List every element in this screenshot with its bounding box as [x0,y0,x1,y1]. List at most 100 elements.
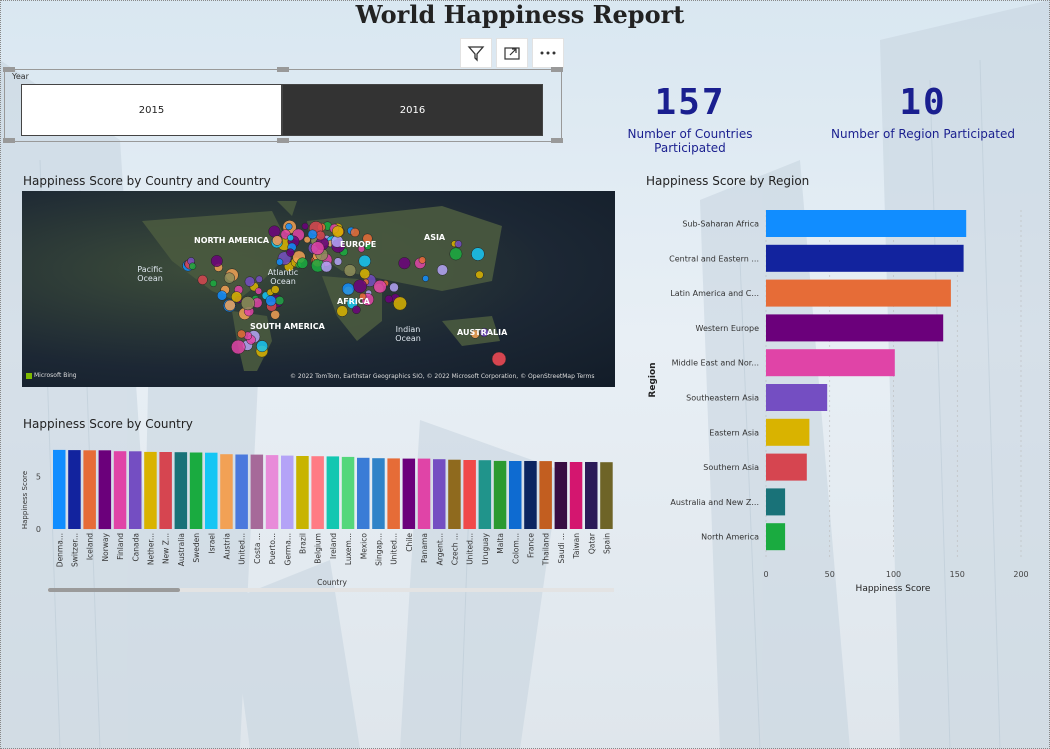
map-bubble[interactable] [471,247,485,261]
map-bubbles[interactable] [22,191,615,387]
scrollbar-thumb[interactable] [48,588,180,592]
country-bar[interactable] [600,462,613,529]
map-bubble[interactable] [333,257,343,266]
more-options-button[interactable] [532,38,564,68]
country-bar[interactable] [159,452,172,529]
map-bubble[interactable] [240,296,255,311]
region-bar[interactable] [766,418,810,446]
map-bubble[interactable] [301,222,309,230]
map-bubble[interactable] [475,270,484,279]
country-bar[interactable] [189,452,203,530]
map-bubble[interactable] [315,230,326,241]
country-bar[interactable] [478,460,492,529]
map-attribution[interactable]: © 2022 TomTom, Earthstar Geographics SIO… [290,373,595,380]
region-bar[interactable] [766,349,895,377]
country-bar[interactable] [554,462,568,529]
region-bar[interactable] [766,210,967,237]
map-bubble[interactable] [454,240,463,248]
map-bubble[interactable] [353,279,367,294]
country-bar[interactable] [433,459,446,529]
map-bubble[interactable] [271,285,280,294]
country-bar[interactable] [205,452,218,529]
country-bar[interactable] [448,459,461,529]
map-bubble[interactable] [255,287,263,295]
country-bar[interactable] [524,461,537,529]
region-bar[interactable] [766,523,786,551]
map-bubble[interactable] [276,258,284,266]
map-bubble[interactable] [287,234,294,242]
map-bubble[interactable] [256,340,269,353]
resize-handle[interactable] [551,67,563,72]
country-bar[interactable] [341,456,355,529]
country-bar[interactable] [220,454,233,529]
country-bar[interactable] [281,455,294,529]
country-bar[interactable] [174,452,188,529]
map-bubble[interactable] [216,290,228,301]
map-bubble[interactable] [384,295,393,304]
region-bar[interactable] [766,384,828,411]
country-bar[interactable] [326,456,340,529]
map-bubble[interactable] [223,272,235,284]
country-bar[interactable] [235,454,248,530]
map-bubble[interactable] [265,295,277,307]
map-bubble[interactable] [209,279,218,288]
map-bubble[interactable] [296,257,309,269]
region-bar[interactable] [766,279,951,307]
map-bubble[interactable] [244,276,255,287]
country-bar[interactable] [129,451,142,529]
country-bar[interactable] [98,450,112,530]
resize-handle[interactable] [3,138,15,143]
map-bubble[interactable] [275,296,285,306]
country-bar[interactable] [83,450,96,530]
map-bubble[interactable] [491,351,507,367]
map-bubble[interactable] [436,264,448,276]
region-bar-chart[interactable]: 0 50 100 150 200 Sub-Saharan Africa Central an… [640,190,1040,610]
region-bar[interactable] [766,314,944,342]
year-slicer[interactable]: Year 2015 2016 [3,67,563,143]
country-bar[interactable] [493,460,507,529]
country-bar[interactable] [417,458,431,529]
map-bubble[interactable] [272,235,283,246]
map-bubble[interactable] [418,256,426,264]
map-bubble[interactable] [393,296,407,311]
filter-button[interactable] [460,38,492,68]
map-bubble[interactable] [307,229,318,240]
region-bar[interactable] [766,244,964,272]
map-bubble[interactable] [422,275,429,282]
slicer-option-2016[interactable]: 2016 [282,84,543,136]
focus-mode-button[interactable] [496,38,528,68]
country-bar[interactable] [144,451,157,529]
resize-handle[interactable] [277,67,289,72]
country-bar[interactable] [113,451,127,529]
map-bubble[interactable] [389,282,399,293]
map-bubble[interactable] [358,254,371,268]
country-bar[interactable] [569,462,583,529]
resize-handle[interactable] [277,138,289,143]
country-bar[interactable] [265,455,279,529]
map-bubble[interactable] [197,274,208,285]
country-map[interactable]: NORTH AMERICA EUROPE ASIA AFRICA SOUTH A… [22,191,615,387]
chart-scrollbar[interactable] [48,588,614,592]
country-bar[interactable] [296,456,309,529]
map-bubble[interactable] [210,255,223,267]
country-bar[interactable] [53,449,66,529]
map-bubble[interactable] [398,257,411,270]
map-bubble[interactable] [231,339,246,355]
map-bubble[interactable] [341,282,355,296]
country-bar[interactable] [372,458,385,529]
country-bar[interactable] [463,460,476,529]
region-bar[interactable] [766,488,786,516]
map-bubble[interactable] [320,260,333,273]
map-bubble[interactable] [343,264,357,277]
country-bar[interactable] [585,462,598,529]
country-bar[interactable] [357,457,370,529]
map-bubble[interactable] [352,305,361,315]
country-bar[interactable] [539,461,552,529]
map-bubble[interactable] [359,268,371,280]
map-bubble[interactable] [231,291,243,303]
map-bubble[interactable] [286,248,295,257]
region-bar[interactable] [766,453,807,481]
map-bubble[interactable] [331,225,344,238]
resize-handle[interactable] [551,138,563,143]
country-bar[interactable] [402,458,416,529]
